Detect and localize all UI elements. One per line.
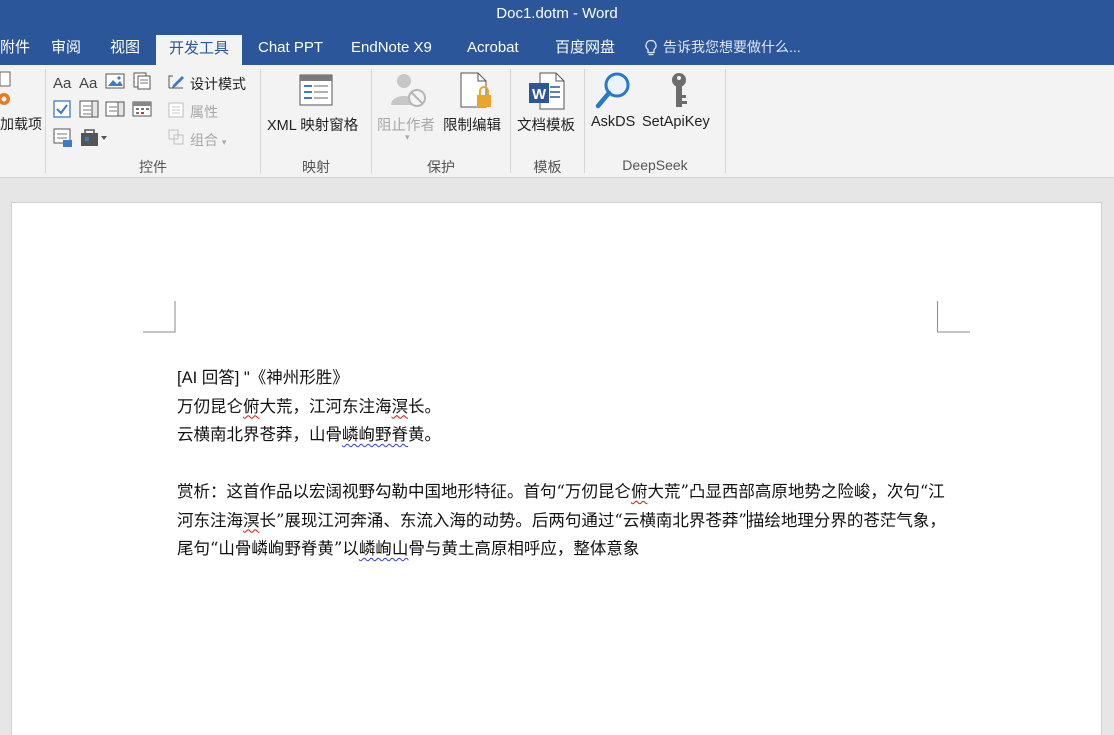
plain-text-control-icon[interactable]: Aa xyxy=(79,73,99,91)
building-block-icon[interactable] xyxy=(132,72,152,90)
poem-text: 长。 xyxy=(408,396,441,416)
spelling-error: 溟 xyxy=(391,396,409,416)
svg-text:Aa: Aa xyxy=(53,75,72,91)
tab-acrobat[interactable]: Acrobat xyxy=(467,30,519,65)
title-bar: Doc1.dotm - Word xyxy=(0,0,1114,30)
analysis-text: 长”展现江河奔涌、东流入海的动势。后两句通过“云横南北界苍莽” xyxy=(259,510,747,530)
legacy-tools-icon[interactable] xyxy=(79,128,109,148)
addins-doc-icon xyxy=(0,71,11,87)
block-authors-icon xyxy=(391,74,426,107)
templates-group-label: 模板 xyxy=(533,159,562,175)
repeating-section-icon[interactable] xyxy=(53,128,73,148)
tab-endnote[interactable]: EndNote X9 xyxy=(351,30,432,65)
ribbon: 加载项 Aa Aa 设计模式 属性 组合 ▾ 控件 XML 映射窗格 映射 阻止… xyxy=(0,65,1114,178)
group-separator xyxy=(725,69,726,173)
document-body[interactable]: [AI 回答] "《神州形胜》 万仞昆仑俯大荒，江河东注海溟长。 云横南北界苍莽… xyxy=(177,364,947,564)
design-mode-button[interactable]: 设计模式 xyxy=(190,74,246,94)
tab-addins-partial[interactable]: 附件 xyxy=(0,30,30,65)
document-template-button[interactable]: 文档模板 xyxy=(517,114,575,135)
chevron-down-icon: ▾ xyxy=(405,132,410,142)
mapping-group-label: 映射 xyxy=(302,159,330,175)
deepseek-group-label: DeepSeek xyxy=(622,157,688,173)
xml-mapping-pane-button[interactable]: XML 映射窗格 xyxy=(267,114,358,135)
spelling-error: 溟 xyxy=(243,510,260,530)
crop-mark-top-right xyxy=(937,301,970,333)
chevron-down-icon: ▾ xyxy=(221,137,227,147)
spelling-error: 俯 xyxy=(630,482,648,501)
poem-line-1: 万仞昆仑俯大荒，江河东注海溟长。 xyxy=(177,393,947,422)
properties-button: 属性 xyxy=(190,104,218,120)
poem-title: [AI 回答] "《神州形胜》 xyxy=(177,364,947,393)
addins-button-label[interactable]: 加载项 xyxy=(0,114,42,134)
grammar-mark: 嶙峋野脊 xyxy=(342,425,408,444)
poem-line-2: 云横南北界苍莽，山骨嶙峋野脊黄。 xyxy=(177,421,947,450)
restrict-editing-icon[interactable] xyxy=(458,71,494,111)
askds-button[interactable]: AskDS xyxy=(591,114,635,130)
poem-text: 大荒，江河东注海 xyxy=(259,396,392,416)
tell-me-box[interactable]: 告诉我您想要做什么... xyxy=(644,30,801,65)
document-area: [AI 回答] "《神州形胜》 万仞昆仑俯大荒，江河东注海溟长。 云横南北界苍莽… xyxy=(0,179,1114,735)
group-button: 组合 ▾ xyxy=(190,130,226,150)
xml-pane-icon[interactable] xyxy=(298,73,334,107)
controls-group-label: 控件 xyxy=(139,159,167,175)
analysis-paragraph: 赏析：这首作品以宏阔视野勾勒中国地形特征。首句“万仞昆仑俯大荒”凸显西部高原地势… xyxy=(177,478,947,564)
design-mode-icon[interactable] xyxy=(167,73,187,91)
tab-chat-ppt[interactable]: Chat PPT xyxy=(258,30,323,65)
poem-title-text: [AI 回答] "《神州形胜》 xyxy=(177,369,349,387)
protect-group-label: 保护 xyxy=(427,159,455,175)
group-icon xyxy=(168,129,184,145)
grammar-mark: 嶙峋山 xyxy=(358,539,409,558)
picture-icon[interactable] xyxy=(105,72,125,90)
tab-developer[interactable]: 开发工具 xyxy=(156,35,243,65)
setapikey-button[interactable]: SetApiKey xyxy=(642,114,710,130)
crop-mark-top-left xyxy=(143,301,176,333)
word-template-icon[interactable]: W xyxy=(528,71,566,111)
checkbox-icon[interactable] xyxy=(53,100,71,118)
magnifier-icon[interactable] xyxy=(595,71,633,111)
tell-me-placeholder: 告诉我您想要做什么... xyxy=(663,39,801,55)
date-picker-icon[interactable] xyxy=(132,100,152,118)
poem-text: 云横南北界苍莽，山骨 xyxy=(177,425,342,444)
poem-text: 万仞昆仑 xyxy=(177,396,243,416)
rich-text-control-icon[interactable]: Aa xyxy=(53,73,73,91)
svg-text:Aa: Aa xyxy=(79,75,98,91)
properties-icon xyxy=(168,102,184,118)
tab-review[interactable]: 审阅 xyxy=(51,30,81,65)
ribbon-tabs: 附件 审阅 视图 开发工具 Chat PPT EndNote X9 Acroba… xyxy=(0,30,1114,65)
analysis-text: 赏析：这首作品以宏阔视野勾勒中国地形特征。首句“万仞昆仑 xyxy=(177,482,631,501)
analysis-text: 骨与黄土高原相呼应，整体意象 xyxy=(408,539,640,558)
window-title: Doc1.dotm - Word xyxy=(496,5,618,22)
combo-box-icon[interactable] xyxy=(79,100,99,118)
lightbulb-icon xyxy=(645,39,657,55)
dropdown-list-icon[interactable] xyxy=(105,100,125,118)
group-button-label: 组合 xyxy=(190,132,218,148)
document-page[interactable]: [AI 回答] "《神州形胜》 万仞昆仑俯大荒，江河东注海溟长。 云横南北界苍莽… xyxy=(11,202,1102,735)
poem-text: 黄。 xyxy=(408,425,441,444)
empty-paragraph xyxy=(177,450,947,479)
svg-text:W: W xyxy=(532,86,547,103)
tab-view[interactable]: 视图 xyxy=(110,30,140,65)
gear-icon[interactable] xyxy=(0,89,16,109)
tab-baidu-netdisk[interactable]: 百度网盘 xyxy=(555,30,615,65)
spelling-error: 俯 xyxy=(243,396,260,416)
restrict-editing-button[interactable]: 限制编辑 xyxy=(443,114,501,135)
key-icon[interactable] xyxy=(668,71,690,111)
